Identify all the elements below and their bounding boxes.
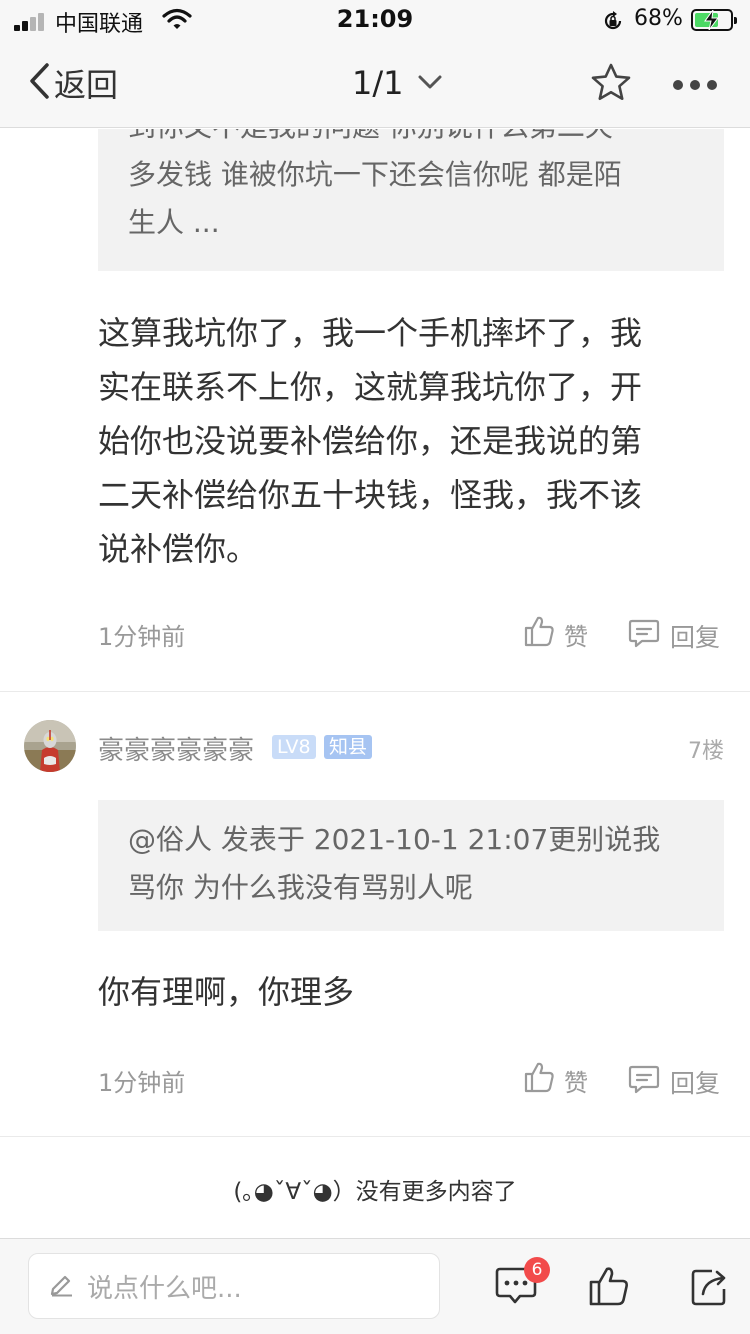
star-icon[interactable] xyxy=(590,62,632,108)
end-of-list-message: (｡◕ˇ∀ˇ◕）没有更多内容了 xyxy=(233,1179,517,1205)
post-time: 1分钟前 xyxy=(98,1069,186,1097)
reply-button[interactable]: 回复 xyxy=(628,617,720,655)
page-indicator: 1/1 xyxy=(352,64,404,102)
body-line: 你有理啊，你理多 xyxy=(98,973,355,1011)
chevron-left-icon xyxy=(28,62,50,104)
like-label: 赞 xyxy=(564,622,588,651)
like-icon[interactable] xyxy=(588,1265,630,1311)
reply-body: 这算我坑你了，我一个手机摔坏了，我 实在联系不上你，这就算我坑你了，开 始你也没… xyxy=(98,306,698,576)
reply-button[interactable]: 回复 xyxy=(628,1063,720,1101)
reply-list: 到你文不是我的问题 你别说什么第二天 多发钱 谁被你坑一下还会信你呢 都是陌 生… xyxy=(0,129,750,1237)
level-badge: LV8 xyxy=(272,735,316,759)
reply-label: 回复 xyxy=(670,1069,721,1098)
comment-input[interactable]: 说点什么吧... xyxy=(28,1253,440,1319)
thumbs-up-icon xyxy=(524,615,554,653)
floor-number: 7楼 xyxy=(688,739,724,764)
reply-body: 你有理啊，你理多 xyxy=(98,965,698,1019)
reply-label: 回复 xyxy=(670,623,721,652)
quote-line: 生人 ... xyxy=(128,206,220,239)
divider xyxy=(0,691,750,692)
bottom-bar: 说点什么吧... 6 xyxy=(0,1238,750,1334)
like-button[interactable]: 赞 xyxy=(524,1061,588,1099)
reply-icon xyxy=(628,1063,660,1101)
battery-percent: 68% xyxy=(634,6,683,31)
quote-block: 到你文不是我的问题 你别说什么第二天 多发钱 谁被你坑一下还会信你呢 都是陌 生… xyxy=(98,129,724,271)
rotation-lock-icon xyxy=(602,10,624,36)
divider xyxy=(0,1136,750,1137)
share-icon[interactable] xyxy=(690,1267,728,1311)
quote-block: @俗人 发表于 2021-10-1 21:07更别说我 骂你 为什么我没有骂别人… xyxy=(98,800,724,931)
like-label: 赞 xyxy=(564,1068,588,1097)
pencil-icon xyxy=(49,1271,75,1301)
nav-bar: 返回 1/1 xyxy=(0,40,750,128)
status-bar: 中国联通 21:09 68% xyxy=(0,0,750,40)
like-button[interactable]: 赞 xyxy=(524,615,588,653)
back-label: 返回 xyxy=(54,66,119,104)
title-badge: 知县 xyxy=(324,735,373,759)
chevron-down-icon xyxy=(418,74,442,93)
body-line: 这算我坑你了，我一个手机摔坏了，我 xyxy=(98,314,643,352)
quote-line: @俗人 发表于 2021-10-1 21:07更别说我 xyxy=(128,823,661,856)
body-line: 始你也没说要补偿给你，还是我说的第 xyxy=(98,422,643,460)
post-time: 1分钟前 xyxy=(98,623,186,651)
comment-count-badge: 6 xyxy=(524,1257,550,1283)
avatar[interactable] xyxy=(24,720,76,772)
back-button[interactable]: 返回 xyxy=(28,60,118,106)
quote-line: 多发钱 谁被你坑一下还会信你呢 都是陌 xyxy=(128,158,622,191)
username[interactable]: 豪豪豪豪豪豪 xyxy=(98,730,254,767)
battery-charging-icon xyxy=(691,9,737,31)
reply-icon xyxy=(628,617,660,655)
quote-line: 骂你 为什么我没有骂别人呢 xyxy=(128,871,473,904)
body-line: 二天补偿给你五十块钱，怪我，我不该 xyxy=(98,476,643,514)
comment-placeholder: 说点什么吧... xyxy=(87,1273,242,1304)
thumbs-up-icon xyxy=(524,1061,554,1099)
more-icon[interactable] xyxy=(672,76,718,95)
page-selector[interactable]: 1/1 xyxy=(352,60,442,106)
body-line: 实在联系不上你，这就算我坑你了，开 xyxy=(98,368,643,406)
body-line: 说补偿你。 xyxy=(98,530,259,568)
quote-line: 到你文不是我的问题 你别说什么第二天 xyxy=(128,129,694,151)
